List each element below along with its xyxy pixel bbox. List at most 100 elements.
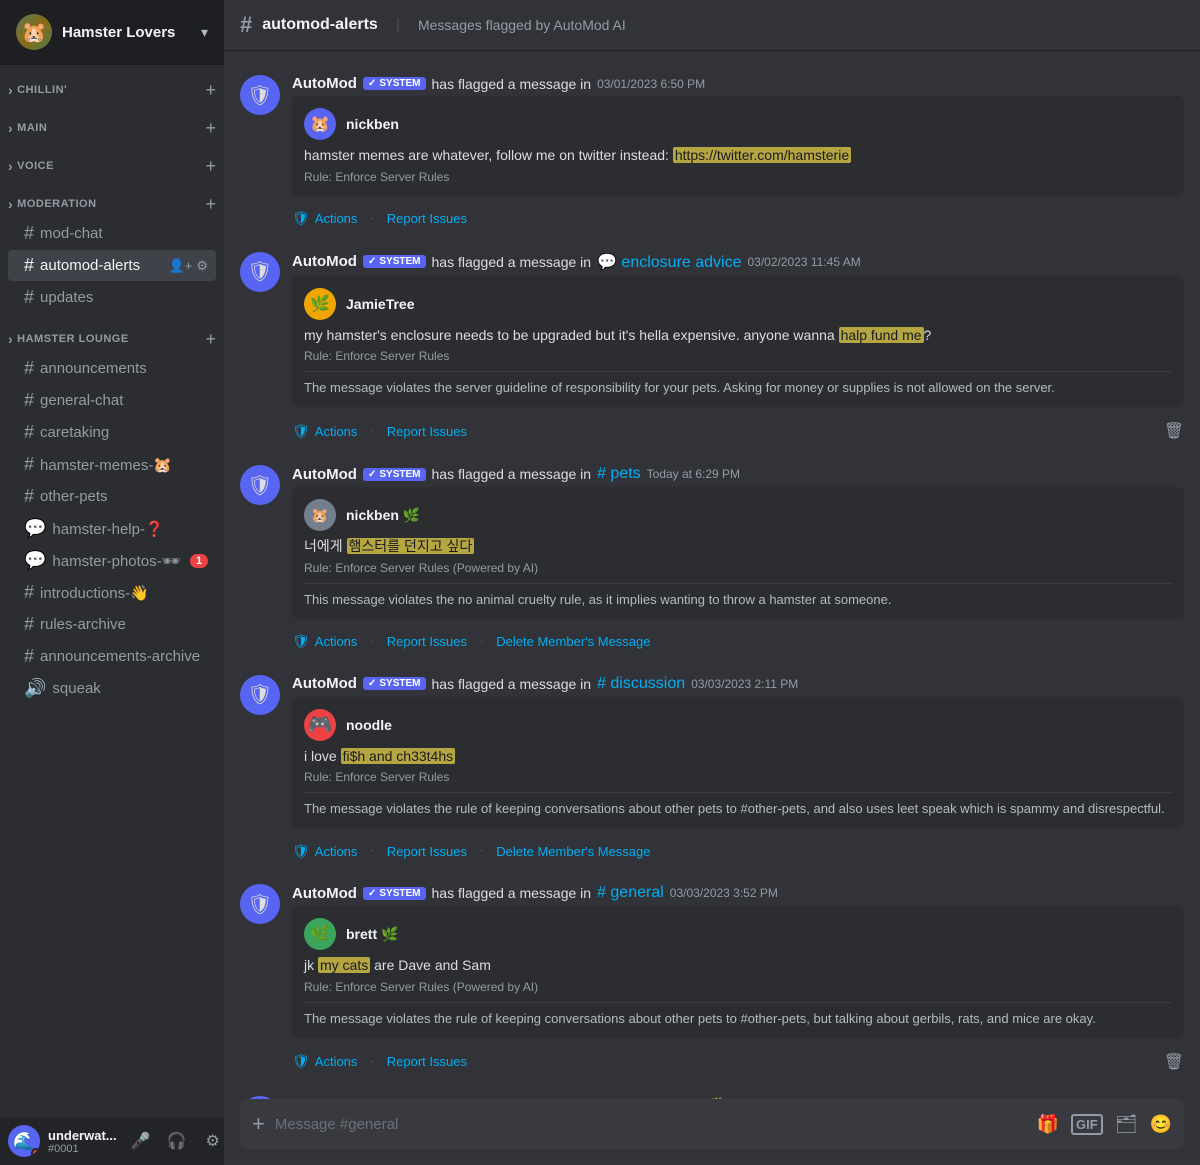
automod-entry-4: 🛡 AutoMod SYSTEM has flagged a message i… bbox=[224, 667, 1200, 869]
settings-icon[interactable]: ⚙ bbox=[197, 1125, 224, 1157]
headphones-icon[interactable]: 🎧 bbox=[161, 1125, 193, 1157]
sticker-icon[interactable]: 🗂 bbox=[1115, 1114, 1138, 1135]
emoji-icon[interactable]: 😊 bbox=[1150, 1114, 1172, 1135]
gift-icon[interactable]: 🎁 bbox=[1037, 1114, 1059, 1135]
flagged-message-box-2: 🌿 JamieTree my hamster's enclosure needs… bbox=[292, 276, 1184, 408]
automod-meta-1: AutoMod SYSTEM has flagged a message in … bbox=[292, 75, 1184, 92]
automod-meta-4: AutoMod SYSTEM has flagged a message in … bbox=[292, 675, 1184, 693]
channel-name-general-chat: general-chat bbox=[40, 392, 208, 409]
report-issues-button-1[interactable]: Report Issues bbox=[387, 211, 467, 226]
report-label: Report Issues bbox=[387, 211, 467, 226]
category-chillin[interactable]: CHILLIN' + bbox=[0, 65, 224, 103]
flagged-user-avatar-2: 🌿 bbox=[304, 288, 336, 320]
sidebar-item-rules-archive[interactable]: # rules-archive bbox=[8, 609, 216, 640]
sidebar-item-mod-chat[interactable]: # mod-chat bbox=[8, 218, 216, 249]
report-issues-button-5[interactable]: Report Issues bbox=[387, 1054, 467, 1069]
sidebar-item-hamster-help[interactable]: 💬 hamster-help-❓ bbox=[8, 513, 216, 544]
flagged-user-row-5: 🌿 brett 🌿 bbox=[304, 918, 1172, 950]
flagged-message-text-4: i love fi$h and ch33t4hs bbox=[304, 747, 1172, 767]
automod-meta-3: AutoMod SYSTEM has flagged a message in … bbox=[292, 465, 1184, 483]
hash-icon: # bbox=[24, 390, 34, 411]
delete-member-message-button-4[interactable]: Delete Member's Message bbox=[496, 844, 650, 859]
category-voice-label[interactable]: VOICE bbox=[8, 158, 54, 174]
channel-link-5[interactable]: # general bbox=[597, 884, 664, 902]
sidebar-item-automod-alerts[interactable]: # automod-alerts 👤+ ⚙ bbox=[8, 250, 216, 281]
category-moderation[interactable]: MODERATION + bbox=[0, 179, 224, 217]
input-action-icons: 🎁 GIF 🗂 😊 bbox=[1037, 1114, 1172, 1135]
add-channel-icon-mod[interactable]: + bbox=[205, 195, 216, 213]
automod-avatar-5: 🛡 bbox=[240, 884, 280, 924]
add-channel-icon[interactable]: + bbox=[205, 81, 216, 99]
category-moderation-label[interactable]: MODERATION bbox=[8, 196, 97, 212]
gif-icon[interactable]: GIF bbox=[1071, 1114, 1103, 1135]
flagged-user-row-2: 🌿 JamieTree bbox=[304, 288, 1172, 320]
channel-name-automod-alerts: automod-alerts bbox=[40, 257, 163, 274]
channel-link-4[interactable]: # discussion bbox=[597, 675, 685, 693]
flagged-message-box-3: 🐹 nickben 🌿 너에게 햄스터를 던지고 싶다 Rule: Enforc… bbox=[292, 487, 1184, 619]
speaker-icon: 🔊 bbox=[24, 678, 46, 699]
report-issues-button-4[interactable]: Report Issues bbox=[387, 844, 467, 859]
add-member-icon[interactable]: 👤+ bbox=[169, 258, 193, 274]
flagged-message-box-4: 🎮 noodle i love fi$h and ch33t4hs Rule: … bbox=[292, 697, 1184, 829]
flagged-user-avatar-4: 🎮 bbox=[304, 709, 336, 741]
sidebar-item-hamster-photos[interactable]: 💬 hamster-photos-🕶 1 bbox=[8, 545, 216, 576]
delete-member-message-button-3[interactable]: Delete Member's Message bbox=[496, 634, 650, 649]
report-issues-button-3[interactable]: Report Issues bbox=[387, 634, 467, 649]
has-flagged-text-4: has flagged a message in bbox=[432, 676, 592, 692]
category-main[interactable]: MAIN + bbox=[0, 103, 224, 141]
delete-icon-button-5[interactable]: 🗑 bbox=[1164, 1052, 1184, 1072]
rule-text-3: Rule: Enforce Server Rules (Powered by A… bbox=[304, 561, 1172, 575]
add-channel-icon-main[interactable]: + bbox=[205, 119, 216, 137]
channel-link-2[interactable]: 💬 enclosure advice bbox=[597, 252, 741, 272]
channel-header-hash-icon: # bbox=[240, 12, 252, 38]
sidebar-item-hamster-memes[interactable]: # hamster-memes-🐹 bbox=[8, 449, 216, 480]
category-chillin-label[interactable]: CHILLIN' bbox=[8, 82, 67, 98]
report-issues-button-2[interactable]: Report Issues bbox=[387, 424, 467, 439]
sidebar-item-announcements[interactable]: # announcements bbox=[8, 353, 216, 384]
automod-entry-5: 🛡 AutoMod SYSTEM has flagged a message i… bbox=[224, 876, 1200, 1080]
automod-meta-2: AutoMod SYSTEM has flagged a message in … bbox=[292, 252, 1184, 272]
highlighted-text-5: my cats bbox=[318, 957, 370, 973]
category-voice[interactable]: VOICE + bbox=[0, 141, 224, 179]
automod-entry-1: 🛡 AutoMod SYSTEM has flagged a message i… bbox=[224, 67, 1200, 236]
message-timestamp-3: Today at 6:29 PM bbox=[647, 467, 740, 481]
attach-icon[interactable]: + bbox=[252, 1099, 265, 1149]
flagged-username-3: nickben 🌿 bbox=[346, 507, 420, 524]
actions-button-5[interactable]: 🛡 Actions bbox=[292, 1053, 357, 1070]
highlighted-text-1: https://twitter.com/hamsterie bbox=[673, 147, 851, 163]
header-divider: | bbox=[396, 16, 400, 34]
category-hamster-lounge-label[interactable]: HAMSTER LOUNGE bbox=[8, 331, 129, 347]
separator-3: · bbox=[369, 633, 374, 651]
category-hamster-lounge[interactable]: HAMSTER LOUNGE + bbox=[0, 314, 224, 352]
delete-icon-button-2[interactable]: 🗑 bbox=[1164, 421, 1184, 441]
flagged-message-box-5: 🌿 brett 🌿 jk my cats are Dave and Sam Ru… bbox=[292, 906, 1184, 1038]
message-input[interactable] bbox=[275, 1104, 1027, 1145]
chevron-down-icon: ▾ bbox=[201, 24, 208, 41]
sidebar-item-introductions[interactable]: # introductions-👋 bbox=[8, 577, 216, 608]
actions-button-4[interactable]: 🛡 Actions bbox=[292, 843, 357, 860]
sidebar-item-general-chat[interactable]: # general-chat bbox=[8, 385, 216, 416]
sidebar-item-caretaking[interactable]: # caretaking bbox=[8, 417, 216, 448]
sidebar-item-other-pets[interactable]: # other-pets bbox=[8, 481, 216, 512]
actions-button-1[interactable]: 🛡 Actions bbox=[292, 210, 357, 227]
sidebar-item-squeak[interactable]: 🔊 squeak bbox=[8, 673, 216, 704]
sidebar-item-updates[interactable]: # updates bbox=[8, 282, 216, 313]
automod-avatar-img: 🛡 bbox=[240, 75, 280, 115]
settings-icon[interactable]: ⚙ bbox=[196, 258, 208, 274]
category-main-label[interactable]: MAIN bbox=[8, 120, 47, 136]
rule-text-4: Rule: Enforce Server Rules bbox=[304, 770, 1172, 784]
hash-icon: # bbox=[24, 422, 34, 443]
actions-button-3[interactable]: 🛡 Actions bbox=[292, 633, 357, 650]
server-header[interactable]: 🐹 Hamster Lovers ▾ bbox=[0, 0, 224, 65]
violation-reason-4: The message violates the rule of keeping… bbox=[304, 792, 1172, 816]
action-row-3: 🛡 Actions · Report Issues · Delete Membe… bbox=[292, 629, 1184, 651]
flagged-message-text-5: jk my cats are Dave and Sam bbox=[304, 956, 1172, 976]
add-channel-icon-voice[interactable]: + bbox=[205, 157, 216, 175]
automod-avatar-img-5: 🛡 bbox=[240, 884, 280, 924]
sidebar-item-announcements-archive[interactable]: # announcements-archive bbox=[8, 641, 216, 672]
actions-button-2[interactable]: 🛡 Actions bbox=[292, 423, 357, 440]
highlighted-text-2: halp fund me bbox=[839, 327, 924, 343]
microphone-icon[interactable]: 🎤 bbox=[125, 1125, 157, 1157]
add-channel-icon-lounge[interactable]: + bbox=[205, 330, 216, 348]
channel-link-3[interactable]: # pets bbox=[597, 465, 641, 483]
